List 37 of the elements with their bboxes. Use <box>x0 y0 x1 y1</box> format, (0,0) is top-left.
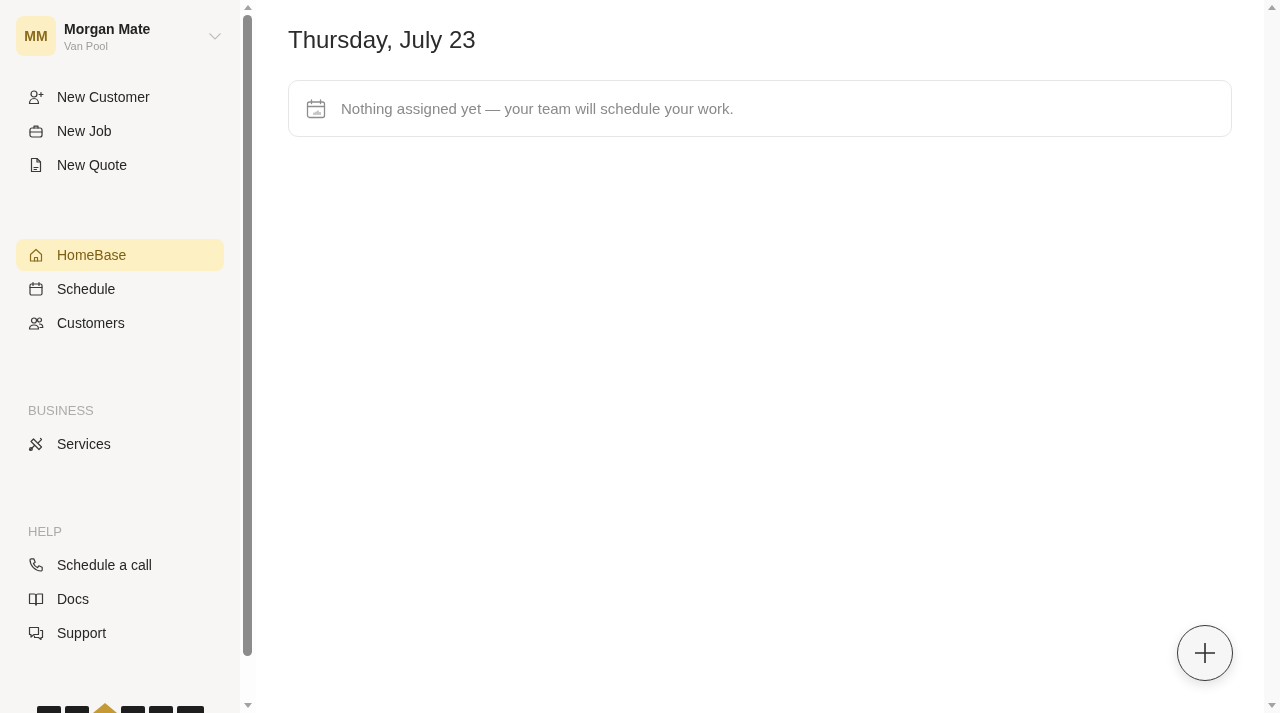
nav-item[interactable]: Schedule a call <box>16 549 224 581</box>
arrow-down-icon[interactable] <box>244 703 252 708</box>
quick-action-link[interactable]: New Job <box>16 115 224 147</box>
nav-item[interactable]: Docs <box>16 583 224 615</box>
nav-item[interactable]: Services <box>16 428 224 460</box>
page-title: Thursday, July 23 <box>288 25 476 55</box>
nav-item[interactable]: Customers <box>16 307 224 339</box>
arrow-down-icon[interactable] <box>1268 703 1276 708</box>
calendar-icon <box>306 98 326 119</box>
phone-icon <box>28 557 44 573</box>
house-icon <box>28 247 44 263</box>
add-button[interactable] <box>1177 625 1233 681</box>
scrollbar-thumb[interactable] <box>243 15 252 656</box>
section-heading: BUSINESS <box>28 402 94 420</box>
chat-bubbles-icon <box>28 625 44 641</box>
chevron-down-icon[interactable] <box>209 32 221 40</box>
scrollbar[interactable] <box>1264 0 1280 713</box>
avatar: MM <box>16 16 56 56</box>
team-name: Van Pool <box>64 38 108 53</box>
section-heading: HELP <box>28 523 62 541</box>
nav-item[interactable]: Schedule <box>16 273 224 305</box>
nav-item[interactable]: HomeBase <box>16 239 224 271</box>
quick-action-link[interactable]: New Customer <box>16 81 224 113</box>
arrow-up-icon[interactable] <box>1268 5 1276 10</box>
plus-icon <box>1195 643 1215 663</box>
people-icon <box>28 315 44 331</box>
person-plus-icon <box>28 89 44 105</box>
book-icon <box>28 591 44 607</box>
empty-state-message: Nothing assigned yet — your team will schedule your work. <box>341 100 734 117</box>
user-name: Morgan Mate <box>64 19 151 38</box>
calendar-icon <box>28 281 44 297</box>
tools-icon <box>28 436 44 452</box>
arrow-up-icon[interactable] <box>244 5 252 10</box>
quick-action-link[interactable]: New Quote <box>16 149 224 181</box>
briefcase-icon <box>28 123 44 139</box>
nav-item[interactable]: Support <box>16 617 224 649</box>
document-icon <box>28 157 44 173</box>
